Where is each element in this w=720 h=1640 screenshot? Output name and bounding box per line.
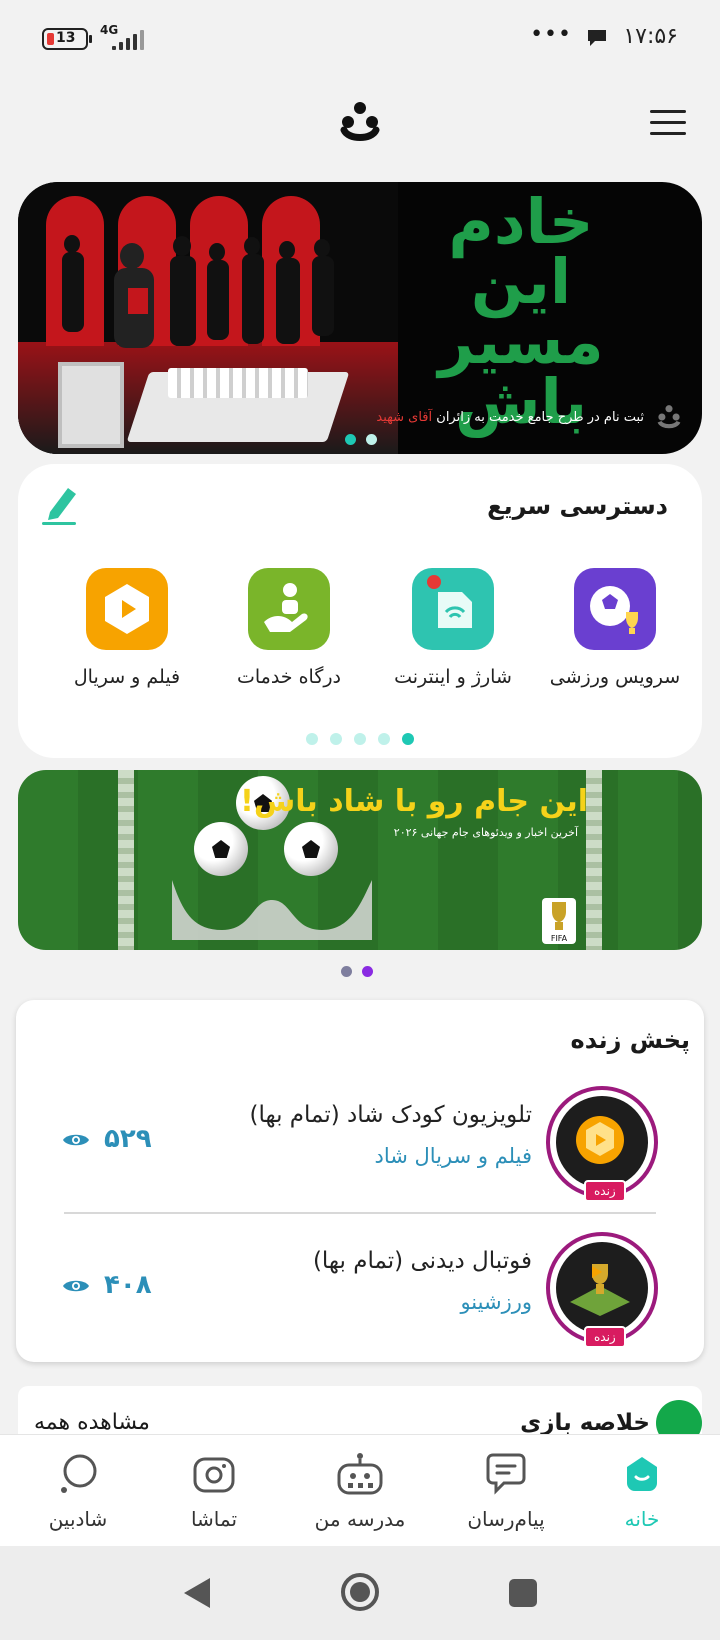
banner-title: خادم این مسیر باش [438,185,604,438]
eye-icon [63,1280,89,1291]
quick-item-label: شارژ و اینترنت [394,666,512,688]
messenger-icon [436,1449,576,1499]
nav-label: شادبین [48,1507,108,1531]
service-hand-icon [248,568,330,650]
live-badge: زنده [584,1326,626,1348]
world-cup-pager [336,962,378,981]
live-badge: زنده [584,1180,626,1202]
live-channel-name: تلویزیون کودک شاد (تمام بها) [249,1102,533,1128]
magnifier-icon [8,1449,148,1499]
back-icon[interactable] [182,1576,212,1614]
status-bar: 13 4G ••• ۱۷:۵۶ [0,0,720,78]
quick-item-label: درگاه خدمات [236,666,342,688]
signal-icon [112,28,148,50]
nav-label: خانه [624,1507,660,1531]
quick-access-card: دسترسی سریع سرویس ورزشی شارژ و اینترنت د… [18,464,702,758]
view-count: ۵۲۹ [62,1124,152,1154]
pager-dot-active[interactable] [345,434,356,445]
svg-text:FIFA: FIFA [551,934,568,943]
live-stream-card: پخش زنده زنده تلویزیون کودک شاد (تمام به… [16,1000,704,1362]
soccer-trophy-icon [574,568,656,650]
home-circle-icon[interactable] [340,1572,380,1616]
banner-pager [340,430,382,449]
quick-item-label: سرویس ورزشی [549,666,681,688]
shad-w-shape [172,880,372,940]
live-channel-category: ورزشینو [460,1290,532,1314]
chat-notification-icon [586,28,608,52]
quick-access-pager [300,730,420,749]
quick-item-label: فیلم و سریال [73,666,181,688]
quick-item-movies[interactable]: فیلم و سریال [52,568,202,688]
world-cup-title: این جام رو با شاد باش! [240,784,588,819]
nav-watch[interactable]: تماشا [144,1449,284,1531]
nav-messenger[interactable]: پیام‌رسان [436,1449,576,1531]
quick-item-services[interactable]: درگاه خدمات [214,568,364,688]
quick-item-sports[interactable]: سرویس ورزشی [540,568,690,688]
fifa-logo: FIFA [542,898,576,944]
divider [64,1212,656,1214]
eye-icon [63,1134,89,1145]
quick-item-charge[interactable]: شارژ و اینترنت [378,568,528,688]
play-video-icon [86,568,168,650]
clock: ۱۷:۵۶ [623,24,678,49]
shad-logo-icon [338,100,382,148]
sim-wifi-icon [412,568,494,650]
view-count: ۴۰۸ [62,1270,152,1300]
home-icon [572,1449,712,1499]
battery-level: 13 [56,30,76,46]
quick-access-title: دسترسی سریع [487,492,668,520]
soccer-trophy-icon [570,1264,630,1316]
camera-icon [144,1449,284,1499]
nav-label: پیام‌رسان [467,1507,545,1531]
world-cup-banner[interactable]: این جام رو با شاد باش! آخرین اخبار و وید… [18,770,702,950]
banner-subtitle: ثبت نام در طرح جامع خدمت به زائران آقای … [376,410,644,425]
hamburger-menu-icon[interactable] [650,110,686,136]
battery-indicator: 13 [42,28,92,50]
world-cup-subtitle: آخرین اخبار و ویدئوهای جام جهانی ۲۰۲۶ [393,826,578,839]
summary-title: خلاصه بازی [520,1410,650,1436]
nav-home[interactable]: خانه [572,1449,712,1531]
portrait-frame [58,362,124,448]
recents-icon[interactable] [508,1578,538,1612]
more-notifications: ••• [530,22,572,47]
live-item[interactable]: زنده فوتبال دیدنی (تمام بها) ورزشینو ۴۰۸ [16,1232,704,1362]
promo-banner[interactable]: خادم این مسیر باش ثبت نام در طرح جامع خد… [18,182,702,454]
nav-label: مدرسه من [314,1507,406,1531]
pencil-icon[interactable] [40,482,80,530]
live-channel-category: فیلم و سریال شاد [374,1144,533,1168]
live-title: پخش زنده [570,1026,690,1054]
see-all-link[interactable]: مشاهده همه [34,1410,150,1435]
nav-shadbin[interactable]: شادبین [8,1449,148,1531]
bottom-navigation: خانه پیام‌رسان مدرسه من تماشا شادبین [0,1434,720,1546]
live-item[interactable]: زنده تلویزیون کودک شاد (تمام بها) فیلم و… [16,1086,704,1216]
live-channel-thumbnail: زنده [546,1232,658,1348]
live-channel-name: فوتبال دیدنی (تمام بها) [312,1248,532,1274]
play-video-icon [576,1116,624,1164]
pager-dot[interactable] [366,434,377,445]
live-channel-thumbnail: زنده [546,1086,658,1202]
school-tv-icon [290,1449,430,1499]
nav-my-school[interactable]: مدرسه من [290,1449,430,1531]
nav-label: تماشا [190,1507,238,1531]
shad-small-logo-icon [656,404,682,434]
system-navigation-bar [0,1546,720,1640]
banner-artwork [18,182,398,454]
